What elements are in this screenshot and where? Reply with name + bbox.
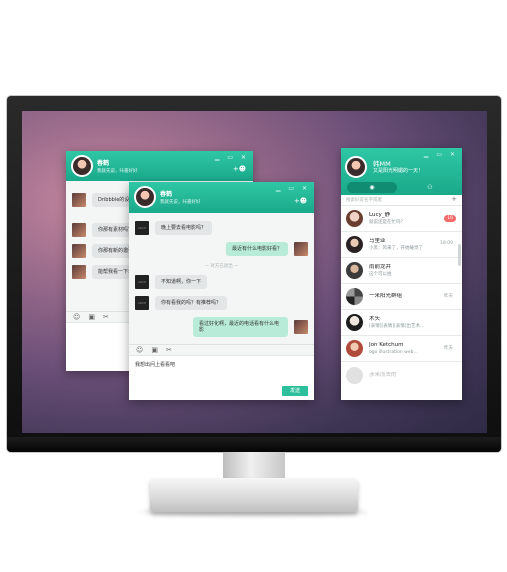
add-icon[interactable]: +: [451, 195, 457, 203]
avatar: ARCH: [135, 296, 149, 310]
message-row: ARCH 晚上要去看电影吗？: [135, 221, 308, 235]
window-controls[interactable]: ▁ ▭ ✕: [424, 151, 458, 158]
monitor-stand-base: [150, 478, 358, 512]
message-row: ARCH 不知道啊，你一下: [135, 275, 308, 289]
message-list: ARCH 晚上要去看电影吗？ 最近有什么电影好看？ — 对方已退出 — ARCH 不…: [129, 213, 314, 344]
contact-name: 马里亚: [369, 237, 386, 244]
contact-status: 我就先说，咔嘉好好: [160, 200, 201, 205]
list-item[interactable]: 一米阳光群组 昨天: [341, 284, 462, 310]
system-note: — 对方已退出 —: [204, 264, 239, 269]
chat-bubble-icon: ◉: [369, 184, 375, 191]
tab-chats[interactable]: ◉: [347, 182, 397, 193]
contact-preview: ogo illustration web...: [369, 349, 418, 355]
avatar: [72, 265, 86, 279]
message-bubble: 晚上要去看电影吗？: [155, 221, 213, 235]
contact-list: Lucy_静 就说还是在忙吗？ 10 马里亚 小黑：风来了，开始睡觉了 18:09 …: [341, 206, 462, 388]
image-icon[interactable]: ▣: [88, 313, 95, 321]
desktop-screen: ▁ ▭ ✕ 春鹤 我就先说，咔嘉好好 +☻ Dribbble的设计 你那有素材吗…: [22, 111, 487, 433]
contact-preview: 这个可以拍: [369, 271, 392, 277]
contact-name: 春鹤: [97, 160, 110, 167]
timestamp: 昨天: [444, 294, 453, 299]
contacts-panel[interactable]: ▁ ▭ ✕ 韩MM 又是阳光明媚的一天！ ◉ ⚇ 搜索好友名字或者 + Lucy…: [341, 148, 462, 400]
avatar: [346, 340, 363, 357]
chat-window-front[interactable]: ▁ ▭ ✕ 春鹤 我就先说，咔嘉好好 +☻ ARCH 晚上要去看电影吗？ 最近有什…: [129, 182, 314, 400]
contact-name: 春鹤: [160, 191, 173, 198]
avatar: [346, 262, 363, 279]
avatar: [72, 244, 86, 258]
add-friend-icon[interactable]: +☻: [233, 165, 246, 173]
emoji-icon[interactable]: ☺: [73, 313, 80, 321]
user-signature: 又是阳光明媚的一天！: [373, 168, 424, 174]
contact-name: Lucy_静: [369, 211, 390, 218]
message-input-text: 我想出问上看看吧: [135, 362, 176, 368]
scissors-icon[interactable]: ✂: [103, 313, 109, 321]
list-item[interactable]: Lucy_静 就说还是在忙吗？ 10: [341, 206, 462, 232]
avatar: [294, 242, 308, 256]
input-toolbar: ☺ ▣ ✂: [129, 344, 314, 355]
contact-name: 涉来而去的: [369, 371, 397, 378]
list-item[interactable]: 涉来而去的: [341, 362, 462, 388]
user-avatar[interactable]: [345, 156, 367, 178]
add-friend-icon[interactable]: +☻: [294, 197, 307, 205]
contact-name: 木头: [369, 315, 381, 322]
list-item[interactable]: 马里亚 小黑：风来了，开始睡觉了 18:09: [341, 232, 462, 258]
tab-contacts[interactable]: ⚇: [405, 182, 455, 193]
contact-name: Jon Ketchum: [369, 341, 404, 348]
message-row: 看过好化啊，最近的电话看有什么电影: [135, 317, 308, 337]
monitor-chin: [7, 437, 501, 452]
avatar: [346, 366, 363, 384]
chat-header: ▁ ▭ ✕ 春鹤 我就先说，咔嘉好好 +☻: [129, 182, 314, 213]
contact-preview: 就说还是在忙吗？: [369, 219, 405, 225]
avatar[interactable]: [71, 155, 93, 177]
contact-preview: 小黑：风来了，开始睡觉了: [369, 245, 423, 251]
avatar: [72, 223, 86, 237]
window-controls[interactable]: ▁ ▭ ✕: [276, 185, 310, 192]
monitor-stand-neck: [223, 452, 285, 480]
avatar: [294, 320, 308, 334]
contact-name: 一米阳光群组: [369, 293, 403, 299]
list-item[interactable]: 木头 [表情][表情][表情]出艺术...: [341, 310, 462, 336]
product-mockup: ▁ ▭ ✕ 春鹤 我就先说，咔嘉好好 +☻ Dribbble的设计 你那有素材吗…: [0, 0, 507, 572]
message-bubble: 看过好化啊，最近的电话看有什么电影: [193, 317, 288, 337]
avatar[interactable]: [134, 186, 156, 208]
contact-name: 雨前龙井: [369, 263, 392, 270]
scissors-icon[interactable]: ✂: [166, 346, 172, 354]
send-button[interactable]: 发送: [282, 386, 308, 396]
contacts-icon: ⚇: [427, 184, 433, 191]
message-input[interactable]: 我想出问上看看吧 发送: [129, 355, 314, 400]
message-bubble: 不知道啊，你一下: [155, 275, 208, 289]
window-controls[interactable]: ▁ ▭ ✕: [215, 154, 249, 161]
contact-preview: [表情][表情][表情]出艺术...: [369, 323, 425, 329]
message-bubble: 最近有什么电影好看？: [225, 242, 288, 256]
avatar: ARCH: [135, 275, 149, 289]
message-bubble: 你有看我的吗？有推荐吗？: [155, 296, 228, 310]
emoji-icon[interactable]: ☺: [136, 346, 143, 354]
message-row: 最近有什么电影好看？: [135, 242, 308, 256]
timestamp: 昨天: [444, 346, 453, 351]
contact-status: 我就先说，咔嘉好好: [97, 169, 138, 174]
unread-badge: 10: [444, 215, 456, 222]
chat-header: ▁ ▭ ✕ 春鹤 我就先说，咔嘉好好 +☻: [66, 151, 253, 181]
search-bar[interactable]: 搜索好友名字或者 +: [341, 195, 462, 206]
avatar: [346, 210, 363, 227]
list-item[interactable]: Jon Ketchum ogo illustration web... 昨天: [341, 336, 462, 362]
search-input[interactable]: 搜索好友名字或者: [346, 197, 382, 203]
profile-header: ▁ ▭ ✕ 韩MM 又是阳光明媚的一天！ ◉ ⚇: [341, 148, 462, 195]
image-icon[interactable]: ▣: [151, 346, 158, 354]
scrollbar[interactable]: [458, 244, 461, 266]
message-row: ARCH 你有看我的吗？有推荐吗？: [135, 296, 308, 310]
avatar: ARCH: [135, 221, 149, 235]
timestamp: 18:09: [440, 241, 453, 246]
avatar: [346, 314, 363, 331]
avatar: [346, 236, 363, 253]
avatar: [72, 193, 86, 207]
avatar: [346, 288, 363, 305]
list-item[interactable]: 雨前龙井 这个可以拍: [341, 258, 462, 284]
